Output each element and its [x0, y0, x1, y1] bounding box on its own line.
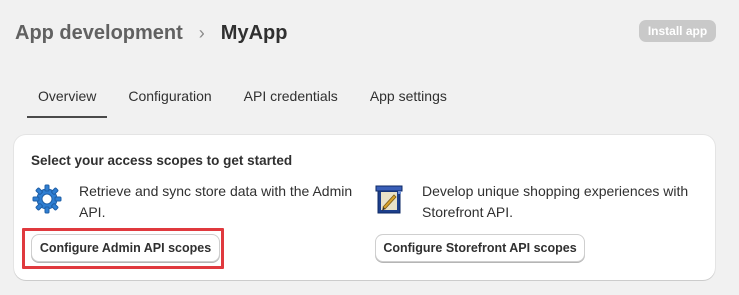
storefront-api-description: Develop unique shopping experiences with… [422, 183, 689, 220]
chevron-right-icon: › [198, 22, 205, 43]
storefront-api-option: Develop unique shopping experiences with… [374, 181, 704, 223]
tab-app-settings[interactable]: App settings [359, 80, 458, 118]
admin-api-description: Retrieve and sync store data with the Ad… [79, 183, 353, 220]
breadcrumb: App development › MyApp [15, 18, 287, 48]
breadcrumb-parent-link[interactable]: App development [15, 22, 183, 45]
page-title: MyApp [220, 21, 288, 44]
install-app-button[interactable]: Install app [639, 20, 716, 42]
tab-configuration[interactable]: Configuration [117, 80, 222, 118]
configure-admin-api-scopes-button[interactable]: Configure Admin API scopes [31, 234, 220, 262]
configure-storefront-api-scopes-button[interactable]: Configure Storefront API scopes [375, 234, 585, 262]
storefront-icon [374, 183, 406, 215]
tab-api-credentials[interactable]: API credentials [233, 80, 349, 118]
tab-overview[interactable]: Overview [27, 80, 108, 118]
admin-api-option: Retrieve and sync store data with the Ad… [31, 181, 361, 223]
card-title: Select your access scopes to get started [31, 153, 293, 168]
access-scopes-card: Select your access scopes to get started… [14, 135, 715, 280]
gear-icon [31, 183, 63, 215]
tab-bar: Overview Configuration API credentials A… [27, 80, 468, 118]
